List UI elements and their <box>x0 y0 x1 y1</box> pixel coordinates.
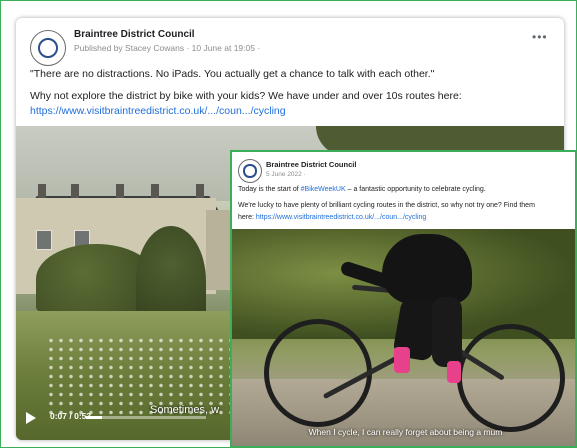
hashtag-link[interactable]: #BikeWeekUK <box>301 186 346 193</box>
play-icon[interactable] <box>26 412 36 424</box>
more-dots-icon[interactable]: ••• <box>532 30 548 44</box>
council-logo-icon <box>243 164 257 178</box>
cyclist-sock <box>447 361 461 383</box>
cycling-routes-link[interactable]: https://www.visitbraintreedistrict.co.uk… <box>256 214 426 221</box>
post-meta: 5 June 2022 · <box>266 171 306 178</box>
video-player[interactable]: When I cycle, I can really forget about … <box>232 229 575 446</box>
post-text-line2: We're lucky to have plenty of brilliant … <box>238 202 535 209</box>
post-text: Today is the start of <box>238 186 301 193</box>
cyclist-sock <box>394 347 410 373</box>
page-name[interactable]: Braintree District Council <box>266 160 356 169</box>
post-text: – a fantastic opportunity to celebrate c… <box>345 186 486 193</box>
facebook-post-bike-week: Braintree District Council 5 June 2022 ·… <box>230 150 577 448</box>
cyclist-leg <box>432 297 462 367</box>
council-logo-icon <box>37 37 59 59</box>
video-time: 0:07 / 0:53 <box>50 411 92 421</box>
video-window <box>36 230 52 250</box>
post-text-line3: here: https://www.visitbraintreedistrict… <box>238 214 426 221</box>
bike-wheel <box>264 319 372 427</box>
page-avatar[interactable] <box>30 30 66 66</box>
cyclist <box>382 234 472 304</box>
post-text-line1: Today is the start of #BikeWeekUK – a fa… <box>238 186 486 193</box>
post-quote: "There are no distractions. No iPads. Yo… <box>30 68 435 80</box>
page-avatar[interactable] <box>238 159 262 183</box>
video-caption: When I cycle, I can really forget about … <box>308 427 503 437</box>
page-name[interactable]: Braintree District Council <box>74 29 195 40</box>
post-text: here: <box>238 214 256 221</box>
bike-wheel <box>457 324 565 432</box>
video-progress-fill <box>86 416 102 419</box>
cycling-routes-link[interactable]: https://www.visitbraintreedistrict.co.uk… <box>30 105 286 117</box>
post-text: Why not explore the district by bike wit… <box>30 90 462 102</box>
video-progress-bar[interactable] <box>86 416 206 419</box>
post-meta: Published by Stacey Cowans · 10 June at … <box>74 43 261 53</box>
video-caption: Sometimes, w <box>150 404 220 416</box>
